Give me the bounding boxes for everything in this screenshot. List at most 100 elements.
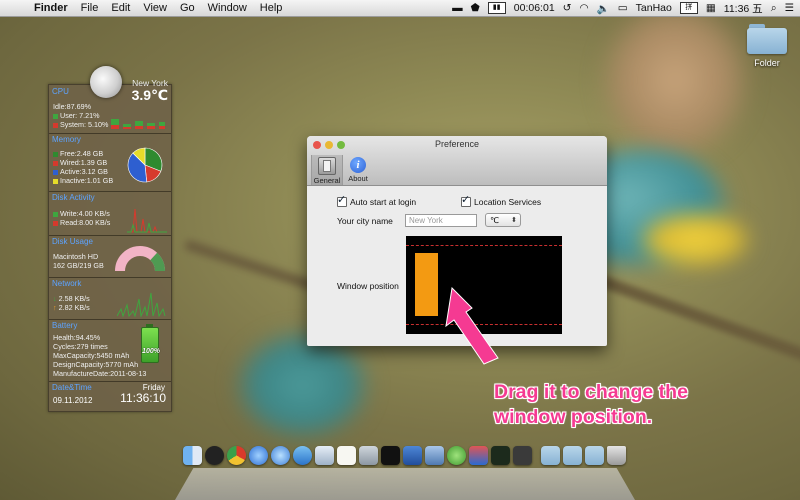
memory-free: Free:2.48 GB (60, 149, 104, 158)
qq-status-icon[interactable]: ⬟ (471, 2, 480, 14)
battery-manufacture-date: ManufactureDate:2011-08-13 (53, 369, 147, 378)
clock[interactable]: 11:36 五 (724, 1, 763, 16)
battery-icon[interactable]: ▭ (618, 2, 628, 14)
network-up: 2.82 KB/s (58, 303, 90, 312)
parallels-icon[interactable] (469, 446, 488, 465)
auto-start-label: Auto start at login (350, 197, 417, 207)
documents-folder-icon[interactable] (563, 446, 582, 465)
checkbox-checked-icon (461, 193, 471, 207)
evernote-icon[interactable] (447, 446, 466, 465)
datetime-date: 09.11.2012 (53, 396, 93, 405)
cpu-meter-icon[interactable]: ▮▮ (487, 2, 506, 14)
tab-about[interactable]: i About (343, 155, 373, 185)
weather-temperature: 3.9℃ (131, 87, 168, 103)
disk-usage-section: Disk Usage Macintosh HD 162 GB/219 GB (49, 235, 171, 278)
chevron-updown-icon: ⬍ (511, 217, 517, 224)
cpu-bars (111, 119, 165, 129)
menu-view[interactable]: View (143, 2, 167, 14)
app-store-icon[interactable] (293, 446, 312, 465)
system-monitor-widget: CPU Idle:87.69% User: 7.21% System: 5.10… (48, 84, 172, 412)
status-area: ▬ ⬟ ▮▮ 00:06:01 ↺ ◠ 🔈 ▭ TanHao 拼 ▦ 11:36… (444, 0, 794, 16)
memory-pie-chart (127, 147, 163, 183)
spotlight-icon[interactable]: ⌕ (771, 2, 777, 15)
word-icon[interactable] (403, 446, 422, 465)
window-toolbar[interactable]: Preference General i About (307, 136, 607, 186)
disk-activity-section: Disk Activity Write:4.00 KB/s Read:8.00 … (49, 191, 171, 236)
desktop-folder[interactable]: Folder (742, 24, 792, 68)
input-method-icon[interactable]: 拼 (679, 2, 698, 14)
city-name-input[interactable] (405, 214, 477, 227)
memory-active: Active:3.12 GB (60, 167, 108, 176)
activity-monitor-icon[interactable] (491, 446, 510, 465)
wallpaper-bird-throat (640, 212, 750, 267)
tab-general[interactable]: General (311, 155, 343, 185)
system-monitor-icon[interactable] (513, 446, 532, 465)
apple-menu-icon[interactable] (12, 1, 26, 15)
memory-section: Memory Free:2.48 GB Wired:1.39 GB Active… (49, 133, 171, 192)
xcode-icon[interactable] (425, 446, 444, 465)
annotation-line-2: window position. (494, 406, 653, 428)
menu-file[interactable]: File (81, 2, 99, 14)
tab-general-label: General (313, 176, 341, 185)
arrow-up-icon: ↑ (53, 303, 57, 312)
info-icon: i (350, 157, 366, 173)
temperature-unit-value: ℃ (490, 216, 499, 225)
disk-write: Write:4.00 KB/s (60, 209, 110, 218)
dock (175, 444, 635, 500)
wifi-icon[interactable]: ◠ (579, 2, 588, 14)
username[interactable]: TanHao (636, 2, 672, 14)
applications-folder-icon[interactable] (541, 446, 560, 465)
monitor-icon[interactable]: ▬ (452, 2, 463, 14)
disk-activity-graph (127, 208, 167, 233)
finder-icon[interactable] (183, 446, 202, 465)
chrome-icon[interactable] (227, 446, 246, 465)
tab-about-label: About (348, 174, 368, 183)
calendar-icon[interactable]: ▦ (706, 2, 716, 14)
memory-wired: Wired:1.39 GB (60, 158, 108, 167)
volume-icon[interactable]: 🔈 (597, 2, 610, 15)
menu-finder[interactable]: Finder (34, 2, 68, 14)
menu-go[interactable]: Go (180, 2, 195, 14)
network-graph (117, 292, 166, 317)
auto-start-checkbox[interactable]: Auto start at login (337, 193, 417, 207)
checkbox-checked-icon (337, 193, 347, 207)
window-title: Preference (434, 139, 480, 149)
window-position-handle[interactable] (415, 253, 438, 316)
menu-help[interactable]: Help (260, 2, 283, 14)
menu-bar-guide (406, 245, 562, 246)
city-name-label: Your city name (337, 216, 393, 226)
folder-icon (747, 24, 787, 54)
menu-window[interactable]: Window (208, 2, 247, 14)
battery-level-icon: 100% (141, 324, 160, 363)
mail-icon[interactable] (315, 446, 334, 465)
battery-section: Battery Health:94.45% Cycles:279 times M… (49, 319, 171, 382)
textedit-icon[interactable] (337, 446, 356, 465)
network-down: 2.58 KB/s (58, 294, 90, 303)
location-services-checkbox[interactable]: Location Services (461, 193, 541, 207)
wallpaper-bird-head (600, 0, 750, 160)
temperature-unit-select[interactable]: ℃ ⬍ (485, 213, 521, 227)
disk-read: Read:8.00 KB/s (60, 218, 111, 227)
downloads-folder-icon[interactable] (585, 446, 604, 465)
safari-icon[interactable] (249, 446, 268, 465)
memory-title: Memory (52, 135, 81, 144)
menu-bar: Finder File Edit View Go Window Help ▬ ⬟… (0, 0, 800, 17)
disk-usage-gauge (115, 246, 165, 271)
network-section: Network ↓ 2.58 KB/s ↑ 2.82 KB/s (49, 277, 171, 320)
notification-center-icon[interactable]: ☰ (785, 2, 794, 14)
datetime-time: 11:36:10 (120, 391, 166, 405)
battery-timer[interactable]: 00:06:01 (514, 2, 555, 14)
dock-shelf (175, 468, 635, 500)
window-position-label: Window position (337, 281, 399, 291)
memory-inactive: Inactive:1.01 GB (60, 176, 114, 185)
arrow-down-icon: ↓ (53, 294, 57, 303)
qq-icon[interactable] (205, 446, 224, 465)
time-machine-icon[interactable]: ↺ (563, 2, 572, 14)
trash-icon[interactable] (607, 446, 626, 465)
menu-edit[interactable]: Edit (111, 2, 130, 14)
preview-icon[interactable] (359, 446, 378, 465)
switch-icon (318, 157, 336, 175)
itunes-icon[interactable] (271, 446, 290, 465)
wallpaper-bird-wing (235, 330, 370, 440)
terminal-icon[interactable] (381, 446, 400, 465)
